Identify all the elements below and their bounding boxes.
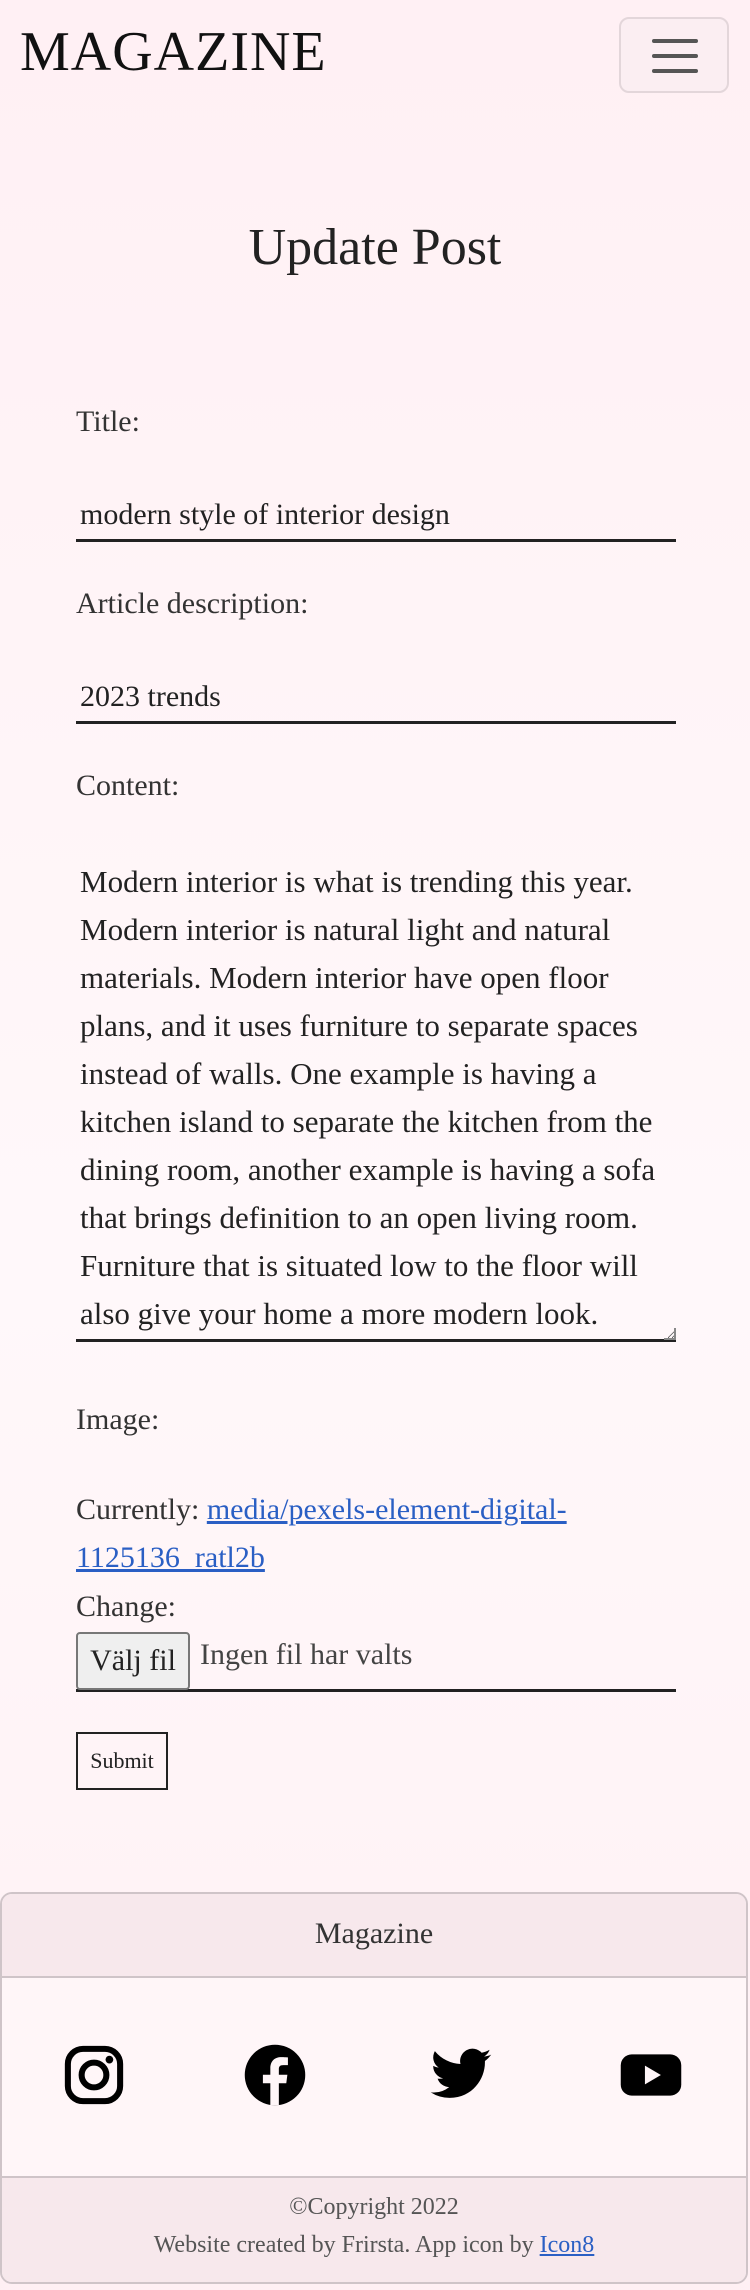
navbar: MAGAZINE xyxy=(0,0,750,112)
change-label: Change: xyxy=(76,1590,176,1623)
description-label: Article description: xyxy=(76,587,309,620)
youtube-icon[interactable] xyxy=(618,2042,684,2108)
description-input[interactable] xyxy=(76,672,676,724)
footer-title: Magazine xyxy=(2,1894,746,1978)
footer: Magazine ©Copyright 2022 Website created… xyxy=(0,1892,748,2284)
page-title: Update Post xyxy=(248,219,502,276)
copyright-text: ©Copyright 2022 xyxy=(289,2194,459,2220)
twitter-icon[interactable] xyxy=(428,2042,494,2108)
choose-file-button[interactable]: Välj fil xyxy=(76,1632,190,1690)
facebook-icon[interactable] xyxy=(242,2042,308,2108)
hamburger-icon[interactable] xyxy=(619,17,729,93)
credit-text: Website created by Frirsta. App icon by xyxy=(153,2232,534,2258)
content-label: Content: xyxy=(76,769,180,802)
title-input[interactable] xyxy=(76,490,676,542)
currently-label: Currently: xyxy=(76,1493,200,1526)
submit-button[interactable]: Submit xyxy=(76,1732,168,1790)
image-label: Image: xyxy=(76,1403,160,1436)
content-textarea[interactable]: Modern interior is what is trending this… xyxy=(76,858,676,1342)
title-label: Title: xyxy=(76,405,140,438)
footer-bottom: ©Copyright 2022 Website created by Frirs… xyxy=(2,2176,746,2282)
icon8-link[interactable]: Icon8 xyxy=(540,2232,595,2258)
resize-handle-icon[interactable] xyxy=(664,1328,676,1340)
image-file-input: Välj fil Ingen fil har valts xyxy=(76,1630,676,1692)
current-image: Currently: media/pexels-element-digital-… xyxy=(76,1486,676,1582)
file-status: Ingen fil har valts xyxy=(200,1638,413,1671)
brand-logo[interactable]: MAGAZINE xyxy=(20,20,327,84)
instagram-icon[interactable] xyxy=(61,2042,127,2108)
credit-line: Website created by Frirsta. App icon by … xyxy=(2,2232,746,2259)
